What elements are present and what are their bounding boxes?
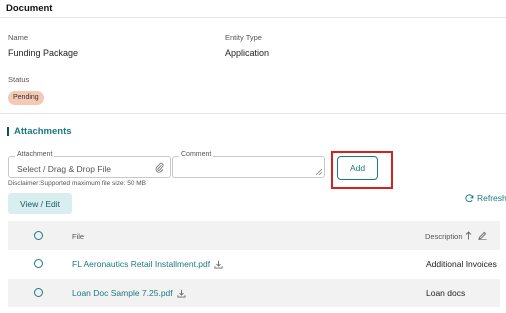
table-row[interactable]: Loan Doc Sample 7.25.pdf Loan docs [8,279,500,307]
name-label: Name [8,33,29,42]
comment-field[interactable]: Comment [172,151,325,178]
edit-pencil-icon[interactable] [478,231,487,240]
attachment-file-input[interactable]: Attachment Select / Drag & Drop File [8,151,171,178]
name-value: Funding Package [8,48,79,58]
header-divider [0,17,506,18]
refresh-button[interactable]: Refresh [465,193,506,203]
file-description: Additional Invoices [426,259,497,269]
add-button[interactable]: Add [337,156,378,180]
sort-arrow-up-icon[interactable] [465,231,472,240]
entity-type-value: Application [225,48,270,58]
download-icon[interactable] [214,260,223,269]
file-link[interactable]: FL Aeronautics Retail Installment.pdf [72,259,223,269]
paperclip-icon[interactable] [155,162,164,173]
table-row[interactable]: FL Aeronautics Retail Installment.pdf Ad… [8,250,500,278]
entity-type-label: Entity Type [225,33,262,42]
attachments-title: Attachments [14,126,72,137]
refresh-icon [465,193,474,203]
file-name[interactable]: Loan Doc Sample 7.25.pdf [72,288,173,298]
file-link[interactable]: Loan Doc Sample 7.25.pdf [72,288,186,298]
file-name[interactable]: FL Aeronautics Retail Installment.pdf [72,259,210,269]
page-title: Document [6,3,53,14]
resize-handle-icon[interactable] [316,169,322,175]
file-column-header: File [72,232,85,241]
section-accent-bar [7,127,9,136]
attachment-label: Attachment [15,151,55,158]
file-description: Loan docs [426,288,466,298]
status-badge: Pending [8,91,44,105]
view-edit-button[interactable]: View / Edit [8,193,72,214]
attachment-placeholder: Select / Drag & Drop File [17,164,112,174]
row-select-radio[interactable] [34,259,43,268]
table-header-row: File Description [8,221,500,250]
status-label: Status [8,75,30,84]
details-divider [0,113,506,114]
comment-label: Comment [179,151,214,158]
description-column-header[interactable]: Description [425,232,463,241]
file-size-disclaimer: Disclaimer:Supported maximum file size: … [8,180,146,187]
select-all-radio[interactable] [34,231,43,240]
download-icon[interactable] [177,289,186,298]
refresh-label: Refresh [477,193,506,203]
row-select-radio[interactable] [34,288,43,297]
